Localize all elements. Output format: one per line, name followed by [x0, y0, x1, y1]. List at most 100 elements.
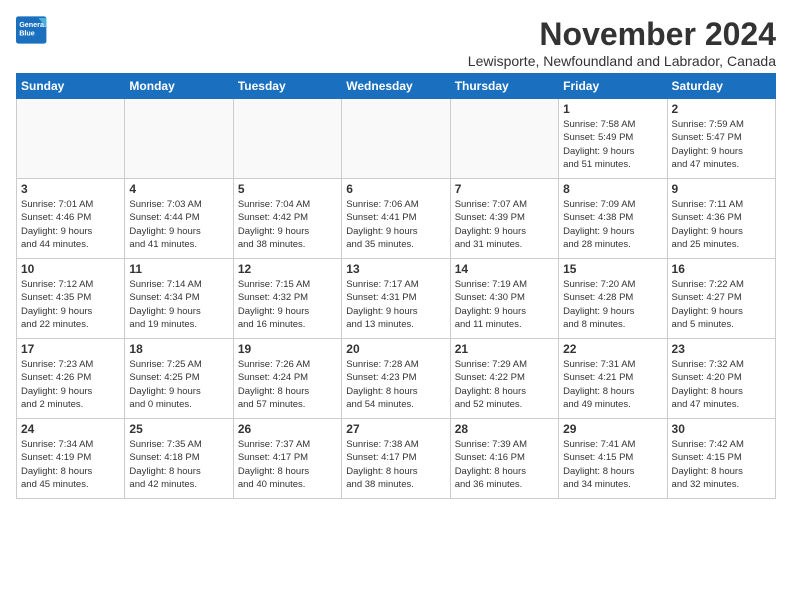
- weekday-header-saturday: Saturday: [667, 74, 775, 99]
- day-number: 24: [21, 422, 120, 436]
- weekday-header-friday: Friday: [559, 74, 667, 99]
- calendar-cell: 29Sunrise: 7:41 AMSunset: 4:15 PMDayligh…: [559, 419, 667, 499]
- calendar-cell: 5 Sunrise: 7:04 AMSunset: 4:42 PMDaylight…: [233, 179, 341, 259]
- calendar-cell: 21 Sunrise: 7:29 AMSunset: 4:22 PMDayligh…: [450, 339, 558, 419]
- cell-info: Sunrise: 7:38 AMSunset: 4:17 PMDaylight:…: [346, 438, 445, 491]
- cell-info: Sunrise: 7:07 AMSunset: 4:39 PMDaylight:…: [455, 198, 554, 251]
- calendar-cell: 13 Sunrise: 7:17 AMSunset: 4:31 PMDayligh…: [342, 259, 450, 339]
- calendar-cell: 6 Sunrise: 7:06 AMSunset: 4:41 PMDaylight…: [342, 179, 450, 259]
- day-number: 7: [455, 182, 554, 196]
- day-number: 5: [238, 182, 337, 196]
- calendar-cell: 27 Sunrise: 7:38 AMSunset: 4:17 PMDayligh…: [342, 419, 450, 499]
- cell-info: Sunrise: 7:22 AMSunset: 4:27 PMDaylight:…: [672, 278, 771, 331]
- logo: General Blue: [16, 16, 48, 44]
- calendar-cell: 10 Sunrise: 7:12 AMSunset: 4:35 PMDayligh…: [17, 259, 125, 339]
- cell-info: Sunrise: 7:09 AMSunset: 4:38 PMDaylight:…: [563, 198, 662, 251]
- cell-info: Sunrise: 7:58 AMSunset: 5:49 PMDaylight:…: [563, 118, 662, 171]
- calendar-cell: 30 Sunrise: 7:42 AMSunset: 4:15 PMDayligh…: [667, 419, 775, 499]
- calendar-cell: 1 Sunrise: 7:58 AMSunset: 5:49 PMDaylight…: [559, 99, 667, 179]
- day-number: 27: [346, 422, 445, 436]
- cell-info: Sunrise: 7:26 AMSunset: 4:24 PMDaylight:…: [238, 358, 337, 411]
- cell-info: Sunrise: 7:37 AMSunset: 4:17 PMDaylight:…: [238, 438, 337, 491]
- calendar-cell: 19 Sunrise: 7:26 AMSunset: 4:24 PMDayligh…: [233, 339, 341, 419]
- day-number: 14: [455, 262, 554, 276]
- day-number: 2: [672, 102, 771, 116]
- cell-info: Sunrise: 7:12 AMSunset: 4:35 PMDaylight:…: [21, 278, 120, 331]
- cell-info: Sunrise: 7:04 AMSunset: 4:42 PMDaylight:…: [238, 198, 337, 251]
- cell-info: Sunrise: 7:34 AMSunset: 4:19 PMDaylight:…: [21, 438, 120, 491]
- day-number: 3: [21, 182, 120, 196]
- calendar-week-row: 24 Sunrise: 7:34 AMSunset: 4:19 PMDayligh…: [17, 419, 776, 499]
- day-number: 15: [563, 262, 662, 276]
- calendar-cell: [450, 99, 558, 179]
- day-number: 19: [238, 342, 337, 356]
- day-number: 18: [129, 342, 228, 356]
- day-number: 12: [238, 262, 337, 276]
- calendar-week-row: 10 Sunrise: 7:12 AMSunset: 4:35 PMDayligh…: [17, 259, 776, 339]
- cell-info: Sunrise: 7:19 AMSunset: 4:30 PMDaylight:…: [455, 278, 554, 331]
- title-area: November 2024 Lewisporte, Newfoundland a…: [468, 16, 776, 69]
- day-number: 21: [455, 342, 554, 356]
- calendar-cell: 2 Sunrise: 7:59 AMSunset: 5:47 PMDaylight…: [667, 99, 775, 179]
- cell-info: Sunrise: 7:06 AMSunset: 4:41 PMDaylight:…: [346, 198, 445, 251]
- day-number: 26: [238, 422, 337, 436]
- calendar-cell: 9 Sunrise: 7:11 AMSunset: 4:36 PMDaylight…: [667, 179, 775, 259]
- cell-info: Sunrise: 7:15 AMSunset: 4:32 PMDaylight:…: [238, 278, 337, 331]
- calendar-cell: 18 Sunrise: 7:25 AMSunset: 4:25 PMDayligh…: [125, 339, 233, 419]
- logo-icon: General Blue: [16, 16, 48, 44]
- cell-info: Sunrise: 7:42 AMSunset: 4:15 PMDaylight:…: [672, 438, 771, 491]
- day-number: 17: [21, 342, 120, 356]
- calendar-cell: 16 Sunrise: 7:22 AMSunset: 4:27 PMDayligh…: [667, 259, 775, 339]
- calendar-table: SundayMondayTuesdayWednesdayThursdayFrid…: [16, 73, 776, 499]
- day-number: 25: [129, 422, 228, 436]
- day-number: 1: [563, 102, 662, 116]
- cell-info: Sunrise: 7:20 AMSunset: 4:28 PMDaylight:…: [563, 278, 662, 331]
- cell-info: Sunrise: 7:31 AMSunset: 4:21 PMDaylight:…: [563, 358, 662, 411]
- day-number: 28: [455, 422, 554, 436]
- month-title: November 2024: [468, 16, 776, 53]
- day-number: 22: [563, 342, 662, 356]
- calendar-week-row: 17 Sunrise: 7:23 AMSunset: 4:26 PMDayligh…: [17, 339, 776, 419]
- header: General Blue November 2024 Lewisporte, N…: [16, 16, 776, 69]
- calendar-cell: 26 Sunrise: 7:37 AMSunset: 4:17 PMDayligh…: [233, 419, 341, 499]
- calendar-cell: 7 Sunrise: 7:07 AMSunset: 4:39 PMDaylight…: [450, 179, 558, 259]
- calendar-cell: 23Sunrise: 7:32 AMSunset: 4:20 PMDayligh…: [667, 339, 775, 419]
- calendar-cell: 3 Sunrise: 7:01 AMSunset: 4:46 PMDaylight…: [17, 179, 125, 259]
- calendar-cell: [125, 99, 233, 179]
- cell-info: Sunrise: 7:11 AMSunset: 4:36 PMDaylight:…: [672, 198, 771, 251]
- cell-info: Sunrise: 7:01 AMSunset: 4:46 PMDaylight:…: [21, 198, 120, 251]
- cell-info: Sunrise: 7:41 AMSunset: 4:15 PMDaylight:…: [563, 438, 662, 491]
- day-number: 4: [129, 182, 228, 196]
- day-number: 30: [672, 422, 771, 436]
- cell-info: Sunrise: 7:17 AMSunset: 4:31 PMDaylight:…: [346, 278, 445, 331]
- cell-info: Sunrise: 7:23 AMSunset: 4:26 PMDaylight:…: [21, 358, 120, 411]
- cell-info: Sunrise: 7:29 AMSunset: 4:22 PMDaylight:…: [455, 358, 554, 411]
- cell-info: Sunrise: 7:39 AMSunset: 4:16 PMDaylight:…: [455, 438, 554, 491]
- calendar-cell: 24 Sunrise: 7:34 AMSunset: 4:19 PMDayligh…: [17, 419, 125, 499]
- cell-info: Sunrise: 7:59 AMSunset: 5:47 PMDaylight:…: [672, 118, 771, 171]
- location: Lewisporte, Newfoundland and Labrador, C…: [468, 53, 776, 69]
- day-number: 8: [563, 182, 662, 196]
- calendar-cell: [233, 99, 341, 179]
- calendar-cell: 15 Sunrise: 7:20 AMSunset: 4:28 PMDayligh…: [559, 259, 667, 339]
- calendar-cell: 14 Sunrise: 7:19 AMSunset: 4:30 PMDayligh…: [450, 259, 558, 339]
- day-number: 11: [129, 262, 228, 276]
- calendar-cell: 22 Sunrise: 7:31 AMSunset: 4:21 PMDayligh…: [559, 339, 667, 419]
- calendar-week-row: 1 Sunrise: 7:58 AMSunset: 5:49 PMDaylight…: [17, 99, 776, 179]
- day-number: 10: [21, 262, 120, 276]
- day-number: 6: [346, 182, 445, 196]
- weekday-header-sunday: Sunday: [17, 74, 125, 99]
- calendar-cell: 11 Sunrise: 7:14 AMSunset: 4:34 PMDayligh…: [125, 259, 233, 339]
- day-number: 9: [672, 182, 771, 196]
- day-number: 23: [672, 342, 771, 356]
- svg-text:Blue: Blue: [19, 29, 35, 38]
- day-number: 16: [672, 262, 771, 276]
- cell-info: Sunrise: 7:25 AMSunset: 4:25 PMDaylight:…: [129, 358, 228, 411]
- calendar-cell: 20Sunrise: 7:28 AMSunset: 4:23 PMDayligh…: [342, 339, 450, 419]
- calendar-cell: [17, 99, 125, 179]
- weekday-header-monday: Monday: [125, 74, 233, 99]
- cell-info: Sunrise: 7:03 AMSunset: 4:44 PMDaylight:…: [129, 198, 228, 251]
- calendar-cell: 28 Sunrise: 7:39 AMSunset: 4:16 PMDayligh…: [450, 419, 558, 499]
- cell-info: Sunrise: 7:14 AMSunset: 4:34 PMDaylight:…: [129, 278, 228, 331]
- day-number: 13: [346, 262, 445, 276]
